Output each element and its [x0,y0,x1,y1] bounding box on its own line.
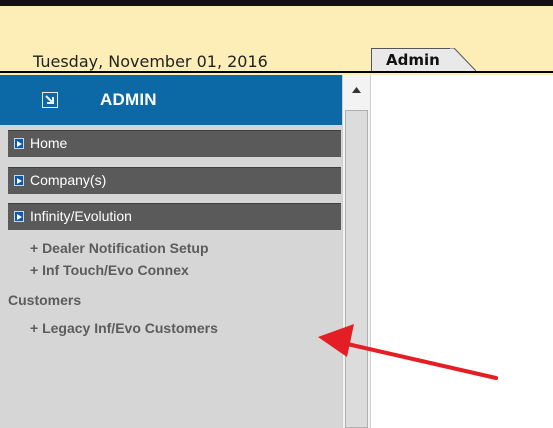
red-arrow-annotation [318,324,498,380]
